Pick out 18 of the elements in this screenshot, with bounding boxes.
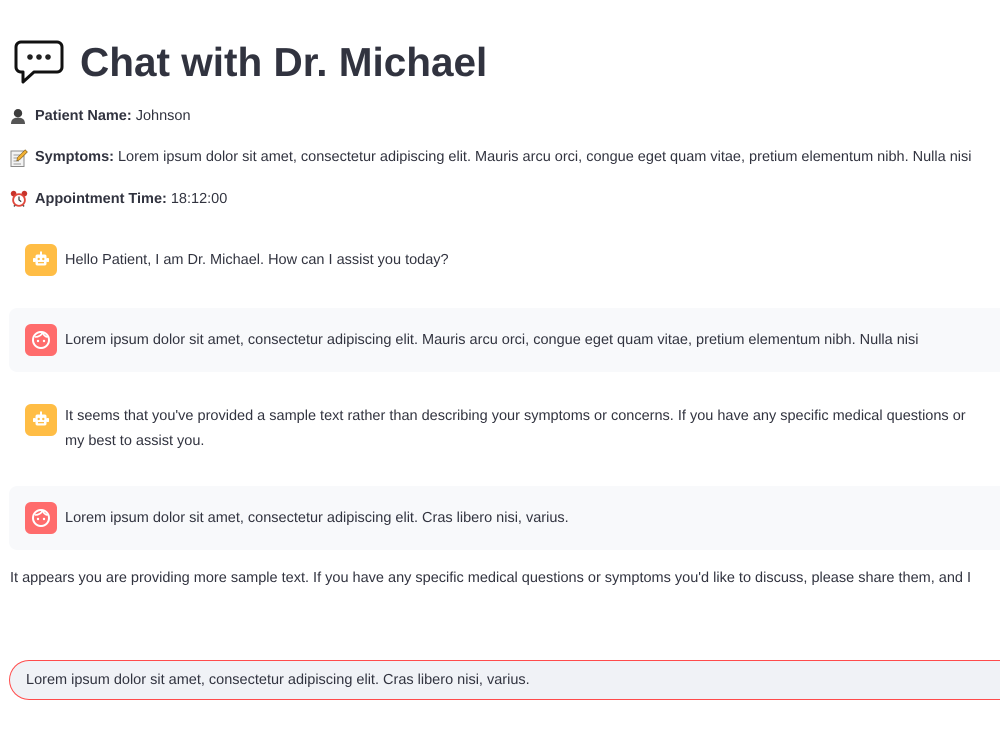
detail-text: Appointment Time: 18:12:00	[35, 190, 228, 208]
smiley-face-icon	[25, 502, 57, 534]
message-text: Lorem ipsum dolor sit amet, consectetur adipiscing elit. Mauris arcu orci, congue eget quam vitae, pretium elementum nibh. Nulla nisi	[65, 330, 918, 350]
message-text: It seems that you've provided a sample text rather than describing your symptoms or concerns. If you have any specific medical questions or my best to assist you.	[65, 407, 966, 451]
robot-icon	[25, 244, 57, 276]
reply-text: It appears you are providing more sample text. If you have any specific medical questions or symptoms you'd like to discuss, please share them, and I	[10, 569, 972, 588]
person-silhouette-icon	[10, 108, 26, 124]
memo-icon	[10, 148, 28, 166]
alarm-clock-icon	[10, 190, 28, 208]
message-text: Hello Patient, I am Dr. Michael. How can I assist you today?	[65, 250, 449, 270]
detail-text: Patient Name: Johnson	[35, 106, 191, 126]
robot-icon	[25, 404, 57, 436]
detail-text: Symptoms: Lorem ipsum dolor sit amet, consectetur adipiscing elit. Mauris arcu orci, congue eget quam vitae, pretium elementum nibh. Nulla nisi	[35, 148, 972, 167]
smiley-face-icon	[25, 324, 57, 356]
message-text: Lorem ipsum dolor sit amet, consectetur adipiscing elit. Cras libero nisi, varius.	[65, 508, 569, 528]
speech-bubble-icon	[14, 40, 64, 84]
page-title: Chat with Dr. Michael	[80, 40, 488, 84]
message-input[interactable]: Lorem ipsum dolor sit amet, consectetur adipiscing elit. Cras libero nisi, varius.	[9, 660, 1000, 700]
